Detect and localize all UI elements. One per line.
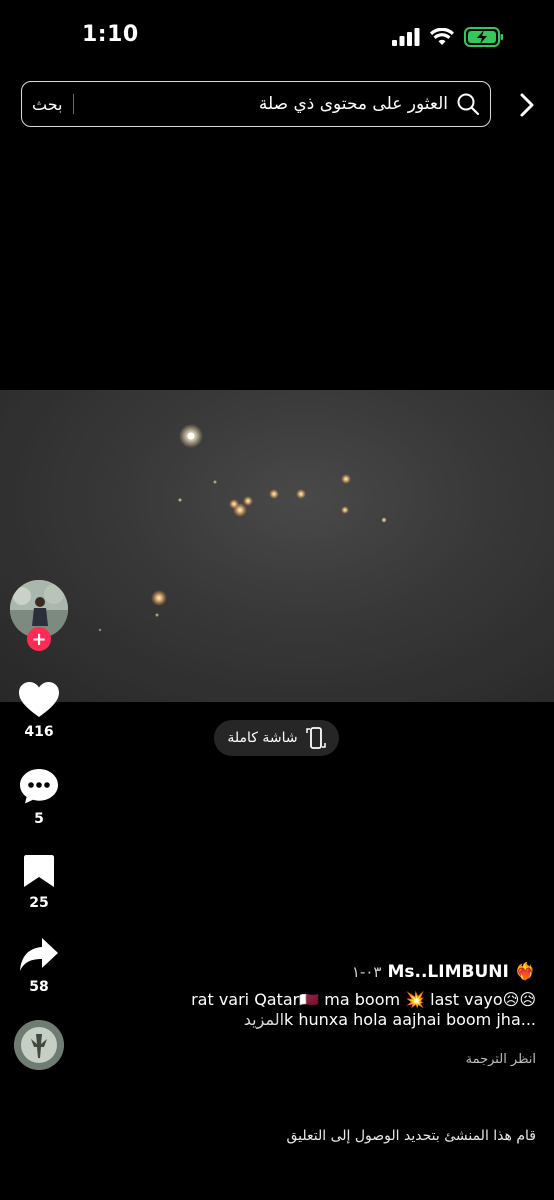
chevron-right-icon[interactable] bbox=[514, 92, 538, 118]
search-button[interactable]: بحث bbox=[32, 95, 63, 114]
status-time: 1:10 bbox=[82, 22, 139, 47]
save-action[interactable]: 25 bbox=[10, 853, 68, 911]
fullscreen-label: شاشة كاملة bbox=[227, 730, 298, 746]
battery-charging-icon bbox=[464, 27, 503, 47]
see-translation[interactable]: انظر الترجمة bbox=[116, 1052, 536, 1067]
search-divider bbox=[72, 94, 74, 114]
fullscreen-button[interactable]: شاشة كاملة bbox=[214, 720, 339, 756]
search-icon bbox=[457, 93, 480, 116]
status-icons bbox=[392, 26, 504, 48]
comment-action[interactable]: 5 bbox=[10, 767, 68, 827]
heart-icon bbox=[19, 682, 59, 717]
caption: ❤️‍🔥 Ms..LIMBUNI ٠٣-١ rat vari Qatar🇶🇦 m… bbox=[116, 962, 536, 1067]
search-bar[interactable]: العثور على محتوى ذي صلة بحث bbox=[21, 81, 491, 127]
comment-restriction-notice: قام هذا المنشئ بتحديد الوصول إلى التعليق bbox=[286, 1128, 536, 1144]
wifi-icon bbox=[430, 28, 454, 45]
music-disc[interactable] bbox=[14, 1020, 64, 1070]
caption-header: ❤️‍🔥 Ms..LIMBUNI ٠٣-١ bbox=[116, 962, 536, 982]
video-player[interactable] bbox=[0, 390, 554, 702]
caption-line-1: rat vari Qatar🇶🇦 ma boom 💥 last vayo😥😥 bbox=[191, 990, 536, 1009]
comment-icon bbox=[20, 769, 58, 804]
fullscreen-icon bbox=[305, 727, 326, 749]
like-count: 416 bbox=[24, 724, 54, 740]
comment-count: 5 bbox=[34, 811, 44, 827]
caption-text: rat vari Qatar🇶🇦 ma boom 💥 last vayo😥😥 k… bbox=[116, 990, 536, 1030]
share-count: 58 bbox=[29, 979, 49, 995]
save-count: 25 bbox=[29, 895, 49, 911]
share-action[interactable]: 58 bbox=[10, 937, 68, 995]
post-date: ٠٣-١ bbox=[351, 963, 382, 981]
username[interactable]: Ms..LIMBUNI bbox=[387, 962, 508, 982]
video-frame bbox=[0, 390, 554, 702]
like-action[interactable]: 416 bbox=[10, 682, 68, 740]
caption-line-2: k hunxa hola aajhai boom jha... bbox=[284, 1010, 536, 1029]
share-arrow-icon bbox=[20, 938, 58, 971]
more-link[interactable]: المزيد bbox=[244, 1010, 284, 1029]
follow-button[interactable]: + bbox=[27, 627, 51, 651]
heart-fire-icon: ❤️‍🔥 bbox=[514, 962, 536, 982]
bookmark-icon bbox=[24, 855, 54, 887]
caption-line-2-wrap: k hunxa hola aajhai boom jha...المزيد bbox=[116, 1010, 536, 1030]
signal-icon bbox=[392, 28, 420, 46]
search-input[interactable]: العثور على محتوى ذي صلة bbox=[84, 94, 448, 114]
